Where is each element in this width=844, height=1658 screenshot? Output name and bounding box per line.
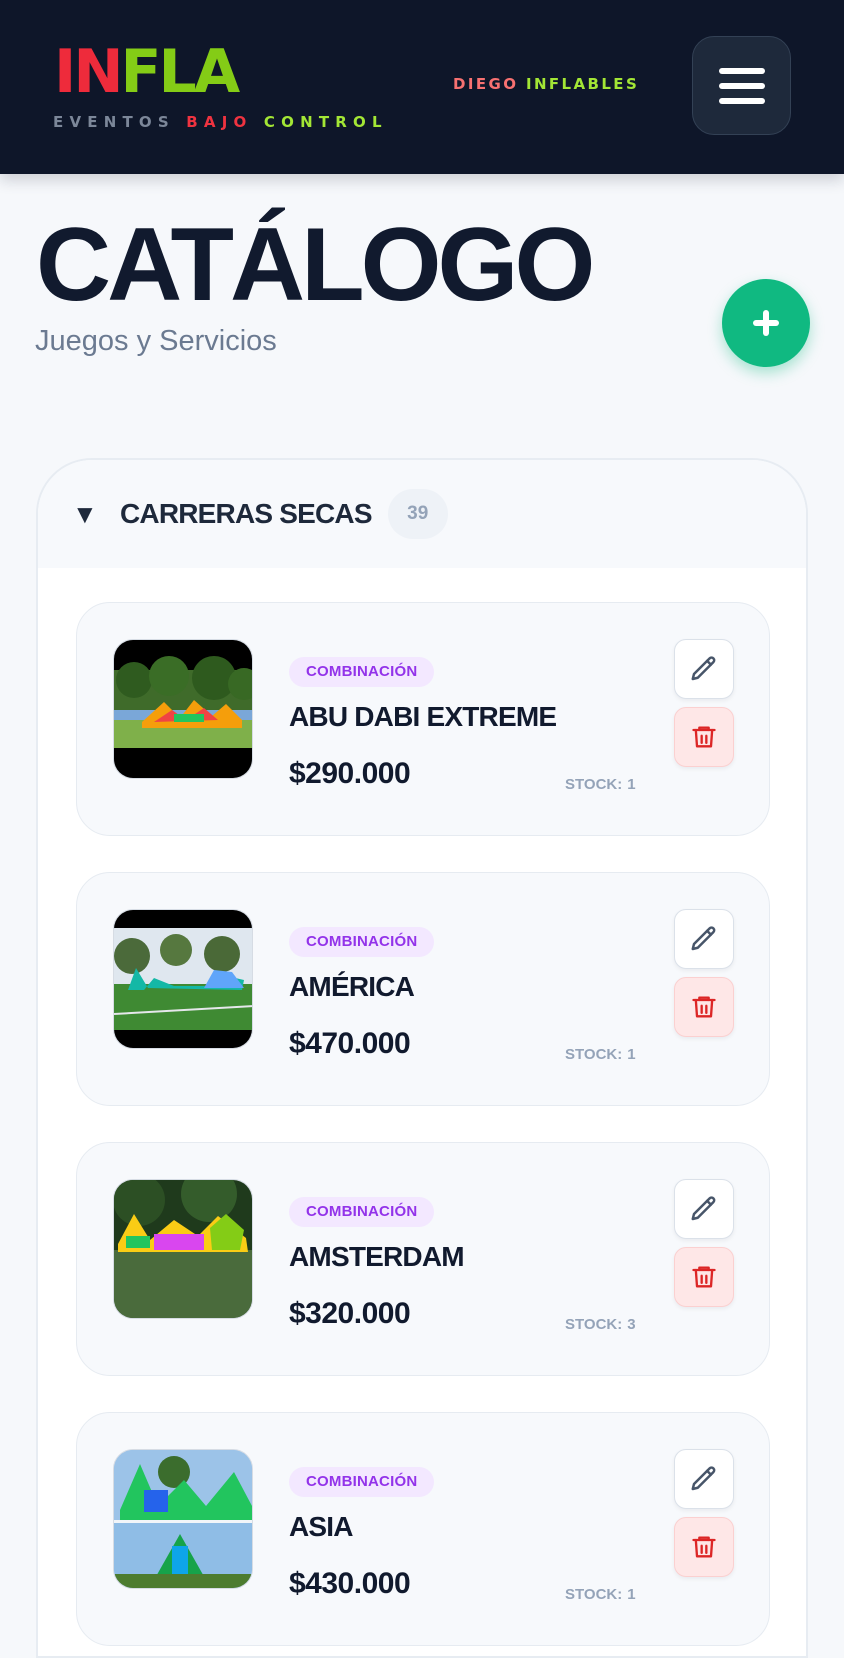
item-name: AMÉRICA: [289, 971, 415, 1002]
item-category-badge: COMBINACIÓN: [289, 1467, 435, 1497]
tagline-control: CONTROL: [263, 113, 388, 131]
chevron-down-icon: ▼: [72, 498, 98, 529]
item-price: $430.000: [289, 1567, 411, 1600]
item-thumbnail: [113, 1449, 253, 1589]
item-thumbnail: [113, 1179, 253, 1319]
item-thumbnail: [113, 909, 253, 1049]
item-name: ASIA: [289, 1511, 353, 1542]
user-first-name: DIEGO: [453, 75, 519, 93]
stock-label: STOCK:: [565, 1316, 623, 1333]
logo-fla: FLA: [120, 37, 241, 107]
item-thumbnail: [113, 639, 253, 779]
logo-in: IN: [54, 37, 124, 107]
plus-icon: [753, 310, 779, 336]
catalog-item[interactable]: COMBINACIÓN ASIA $430.000 STOCK: 1: [76, 1412, 770, 1646]
item-stock: STOCK: 1: [565, 1046, 636, 1063]
stock-value: 1: [627, 776, 636, 793]
catalog-item[interactable]: COMBINACIÓN ABU DABI EXTREME $290.000 ST…: [76, 602, 770, 836]
catalog-item[interactable]: COMBINACIÓN AMÉRICA $470.000 STOCK: 1: [76, 872, 770, 1106]
trash-icon: [692, 1536, 716, 1558]
edit-item-button[interactable]: [674, 1449, 734, 1509]
item-category-badge: COMBINACIÓN: [289, 657, 435, 687]
app-header: INFLA EVENTOS BAJO CONTROL DIEGO INFLABL…: [0, 0, 844, 174]
delete-item-button[interactable]: [674, 707, 734, 767]
item-photo: [114, 1180, 252, 1318]
item-photo: [114, 640, 252, 778]
catalog-item[interactable]: COMBINACIÓN AMSTERDAM $320.000 STOCK: 3: [76, 1142, 770, 1376]
item-category-badge: COMBINACIÓN: [289, 927, 435, 957]
item-photo: [114, 1450, 252, 1588]
page-title: CATÁLOGO: [36, 207, 595, 323]
trash-icon: [692, 1266, 716, 1288]
user-name: DIEGO INFLABLES: [453, 75, 639, 93]
item-stock: STOCK: 1: [565, 776, 636, 793]
edit-item-button[interactable]: [674, 909, 734, 969]
stock-value: 1: [627, 1046, 636, 1063]
item-name: AMSTERDAM: [289, 1241, 465, 1272]
hamburger-menu-icon-line-1: [718, 67, 765, 74]
pencil-icon: [691, 1466, 716, 1491]
user-second-name: INFLABLES: [525, 75, 640, 93]
trash-icon: [692, 996, 716, 1018]
edit-item-button[interactable]: [674, 639, 734, 699]
delete-item-button[interactable]: [674, 977, 734, 1037]
stock-label: STOCK:: [565, 1046, 623, 1063]
item-stock: STOCK: 3: [565, 1316, 636, 1333]
tagline-eventos: EVENTOS: [53, 113, 175, 131]
pencil-icon: [691, 1196, 716, 1221]
trash-icon: [692, 726, 716, 748]
item-photo: [114, 910, 252, 1048]
stock-value: 3: [627, 1316, 636, 1333]
category-name: CARRERAS SECAS: [120, 498, 373, 529]
add-item-button[interactable]: [722, 279, 810, 367]
item-category-badge: COMBINACIÓN: [289, 1197, 435, 1227]
delete-item-button[interactable]: [674, 1517, 734, 1577]
brand-logo[interactable]: INFLA: [54, 36, 241, 108]
item-name: ABU DABI EXTREME: [289, 701, 557, 732]
stock-label: STOCK:: [565, 1586, 623, 1603]
category-header[interactable]: ▼ CARRERAS SECAS 39: [38, 460, 806, 568]
stock-label: STOCK:: [565, 776, 623, 793]
item-stock: STOCK: 1: [565, 1586, 636, 1603]
item-price: $290.000: [289, 757, 411, 790]
pencil-icon: [691, 656, 716, 681]
hamburger-menu-icon-line-2: [718, 82, 765, 89]
edit-item-button[interactable]: [674, 1179, 734, 1239]
hamburger-menu-button[interactable]: [692, 36, 791, 135]
category-panel: ▼ CARRERAS SECAS 39 COMBINACIÓN ABU DABI…: [36, 458, 808, 1658]
item-price: $470.000: [289, 1027, 411, 1060]
brand-tagline: EVENTOS BAJO CONTROL: [53, 113, 388, 131]
category-count-badge: 39: [387, 489, 448, 539]
stock-value: 1: [627, 1586, 636, 1603]
delete-item-button[interactable]: [674, 1247, 734, 1307]
tagline-bajo: BAJO: [186, 113, 253, 131]
pencil-icon: [691, 926, 716, 951]
item-price: $320.000: [289, 1297, 411, 1330]
hamburger-menu-icon-line-3: [718, 97, 765, 104]
page-subtitle: Juegos y Servicios: [35, 325, 277, 357]
